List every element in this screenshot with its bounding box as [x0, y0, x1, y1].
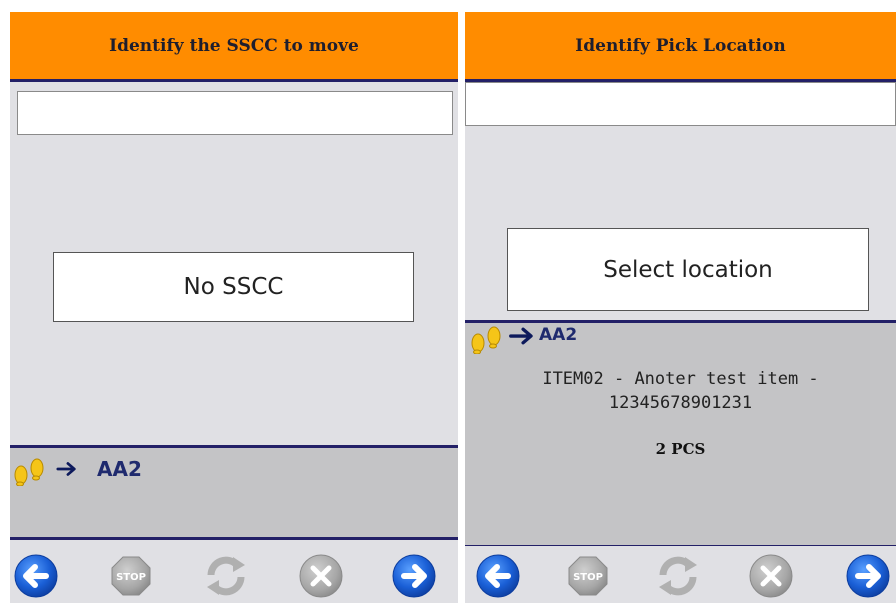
forward-arrow-icon[interactable] — [391, 553, 437, 599]
select-location-button[interactable]: Select location — [507, 228, 869, 311]
back-arrow-icon[interactable] — [475, 553, 521, 599]
arrow-right-icon — [508, 327, 536, 345]
item-info-bar: AA2 ITEM02 - Anoter test item - 12345678… — [465, 320, 896, 548]
forward-arrow-icon[interactable] — [845, 553, 891, 599]
pick-location-label: AA2 — [97, 457, 142, 481]
cancel-icon[interactable] — [748, 553, 794, 599]
stop-icon[interactable] — [565, 553, 611, 599]
item-quantity: 2 PCS — [655, 440, 706, 458]
stop-icon[interactable] — [108, 553, 154, 599]
refresh-icon[interactable] — [655, 553, 701, 599]
screen-title: Identify the SSCC to move — [10, 12, 458, 82]
sscc-input[interactable] — [17, 91, 453, 135]
no-sscc-button[interactable]: No SSCC — [53, 252, 414, 322]
footsteps-icon — [467, 324, 509, 354]
pick-location-label: AA2 — [539, 325, 578, 345]
location-input[interactable] — [465, 82, 896, 126]
location-info-bar: AA2 — [10, 445, 458, 540]
item-barcode-line: 12345678901231 — [608, 393, 753, 413]
footsteps-icon — [10, 456, 52, 486]
cancel-icon[interactable] — [298, 553, 344, 599]
arrow-right-icon — [56, 461, 78, 477]
back-arrow-icon[interactable] — [13, 553, 59, 599]
item-description: ITEM02 - Anoter test item - 123456789012… — [465, 367, 896, 415]
refresh-icon[interactable] — [203, 553, 249, 599]
toolbar — [465, 546, 896, 603]
pick-location-screen: Identify Pick Location Select location A… — [465, 12, 896, 603]
item-description-line: ITEM02 - Anoter test item - — [542, 369, 819, 389]
toolbar — [10, 546, 458, 603]
sscc-screen: Identify the SSCC to move No SSCC AA2 — [10, 12, 458, 603]
screen-title: Identify Pick Location — [465, 12, 896, 82]
